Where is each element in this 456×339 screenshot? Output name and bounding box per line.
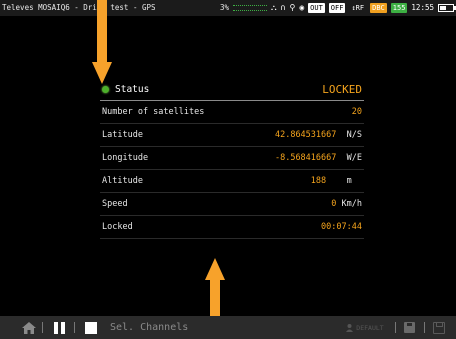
speed-value: 0: [331, 199, 337, 209]
row-value: -8.568416667 W/E: [275, 153, 362, 163]
status-bar: Televes MOSAIQ6 - Drive test - GPS 3% ⛬ …: [0, 0, 456, 16]
dbc-badge[interactable]: DBC: [370, 3, 387, 13]
row-label: Number of satellites: [102, 107, 205, 117]
sel-channels-button[interactable]: Sel. Channels: [110, 316, 200, 339]
rf-badge[interactable]: ↕RF: [349, 3, 366, 13]
up-arrow-head-icon: [205, 258, 225, 280]
row-value: 20: [352, 107, 362, 117]
row-label: Latitude: [102, 130, 143, 140]
divider: [74, 322, 75, 333]
network-icon: ⛬: [271, 3, 277, 12]
save-as-icon: [433, 321, 445, 334]
battery-fill: [440, 6, 446, 10]
save-as-button[interactable]: [430, 316, 448, 339]
stop-icon: [85, 321, 97, 334]
pause-icon: [53, 321, 58, 334]
row-label: Speed: [102, 199, 128, 209]
satellites-value: 20: [351, 107, 362, 117]
status-led-icon: [102, 85, 109, 93]
table-row: Locked 00:07:44: [100, 216, 364, 239]
save-icon: [403, 322, 415, 333]
user-icon: [346, 323, 354, 332]
status-label: Status: [115, 83, 150, 95]
table-row: Number of satellites 20: [100, 101, 364, 124]
battery-percent: 3%: [219, 3, 230, 12]
altitude-value: 188: [310, 176, 327, 186]
down-arrow-head-icon: [92, 62, 112, 84]
table-row: Longitude -8.568416667 W/E: [100, 147, 364, 170]
row-value: 00:07:44: [321, 222, 362, 232]
table-row: Latitude 42.864531667 N/S: [100, 124, 364, 147]
speed-unit: Km/h: [341, 199, 362, 209]
row-value: 42.864531667 N/S: [275, 130, 362, 140]
longitude-unit: W/E: [346, 153, 362, 163]
divider: [42, 322, 43, 333]
bottom-toolbar: Sel. Channels DEFAULT: [0, 316, 456, 339]
gps-panel: Status LOCKED Number of satellites 20 La…: [100, 78, 364, 239]
stop-button[interactable]: [82, 316, 100, 339]
window-title: Televes MOSAIQ6 - Drive test - GPS: [2, 3, 156, 12]
row-value: 188 m: [311, 176, 362, 186]
home-icon: [22, 321, 36, 334]
out-badge[interactable]: OUT: [308, 3, 325, 13]
altitude-unit: m: [346, 176, 352, 186]
row-label: Locked: [102, 222, 133, 232]
table-row: Altitude 188 m: [100, 170, 364, 193]
divider: [395, 322, 396, 333]
row-label: Altitude: [102, 176, 143, 186]
headphones-icon: ∩: [280, 3, 286, 12]
latitude-unit: N/S: [346, 130, 362, 140]
row-label: Longitude: [102, 153, 149, 163]
pause-button[interactable]: [50, 316, 68, 339]
row-value: 0 Km/h: [331, 199, 362, 209]
save-button[interactable]: [400, 316, 418, 339]
off-badge[interactable]: OFF: [328, 3, 346, 13]
home-button[interactable]: [20, 316, 38, 339]
status-value: LOCKED: [322, 82, 362, 96]
battery-icon: [438, 4, 456, 12]
default-label: DEFAULT: [356, 323, 384, 332]
wifi-icon: ◉: [299, 3, 305, 12]
locked-time-value: 00:07:44: [321, 222, 362, 232]
location-pin-icon: ⚲: [289, 3, 296, 12]
down-arrow-icon: [97, 0, 107, 62]
divider: [424, 322, 425, 333]
default-profile-button[interactable]: DEFAULT: [335, 316, 395, 339]
pause-icon: [60, 321, 65, 334]
table-row: Speed 0 Km/h: [100, 193, 364, 216]
clock: 12:55: [411, 3, 434, 12]
signal-bar: [233, 5, 268, 11]
latitude-value: 42.864531667: [274, 130, 337, 140]
status-row: Status LOCKED: [100, 78, 364, 101]
level-badge[interactable]: 155: [390, 3, 408, 13]
longitude-value: -8.568416667: [274, 153, 337, 163]
